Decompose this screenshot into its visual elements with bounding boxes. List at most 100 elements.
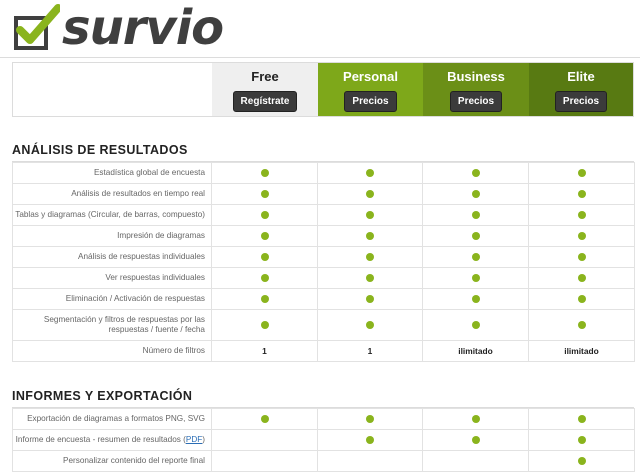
feature-cell	[422, 204, 529, 226]
included-dot-icon	[260, 253, 269, 262]
feature-cell	[528, 309, 635, 341]
section-title-reports: INFORMES Y EXPORTACIÓN	[12, 389, 193, 403]
feature-value: ilimitado	[564, 346, 599, 356]
feature-cell	[211, 183, 318, 205]
table-row: Análisis de resultados en tiempo real	[12, 183, 635, 205]
feature-cell	[317, 408, 423, 430]
included-dot-icon	[577, 190, 586, 199]
section-title-analysis: ANÁLISIS DE RESULTADOS	[12, 143, 188, 157]
business-prices-button[interactable]: Precios	[449, 91, 503, 112]
elite-prices-button[interactable]: Precios	[554, 91, 608, 112]
included-dot-icon	[471, 415, 480, 424]
included-dot-icon	[471, 169, 480, 178]
table-row: Personalizar contenido del reporte final	[12, 450, 635, 472]
included-dot-icon	[260, 415, 269, 424]
feature-cell: ilimitado	[422, 340, 529, 362]
included-dot-icon	[577, 253, 586, 262]
personal-prices-button[interactable]: Precios	[344, 91, 397, 112]
feature-cell	[317, 450, 423, 472]
table-row: Estadística global de encuesta	[12, 162, 635, 184]
feature-label-text: Personalizar contenido del reporte final	[62, 456, 205, 465]
feature-cell	[422, 246, 529, 268]
feature-cell	[211, 204, 318, 226]
plan-business-name: Business	[447, 69, 505, 84]
feature-cell	[528, 246, 635, 268]
feature-cell	[422, 408, 529, 430]
table-row: Análisis de respuestas individuales	[12, 246, 635, 268]
feature-label: Segmentación y filtros de respuestas por…	[12, 309, 212, 341]
included-dot-icon	[366, 253, 374, 262]
brand-name: survio	[62, 0, 224, 56]
feature-label-text: Informe de encuesta - resumen de resulta…	[15, 435, 181, 444]
feature-cell	[528, 225, 635, 247]
feature-label-text: Impresión de diagramas	[117, 231, 205, 240]
included-dot-icon	[471, 232, 480, 241]
included-dot-icon	[366, 190, 374, 199]
included-dot-icon	[366, 436, 374, 445]
feature-cell	[211, 450, 318, 472]
feature-label: Exportación de diagramas a formatos PNG,…	[12, 408, 212, 430]
table-row: Ver respuestas individuales	[12, 267, 635, 289]
feature-label-text: Exportación de diagramas a formatos PNG,…	[27, 414, 205, 423]
included-dot-icon	[577, 211, 586, 220]
feature-cell	[317, 267, 423, 289]
feature-cell	[317, 225, 423, 247]
included-dot-icon	[260, 232, 269, 241]
feature-cell	[528, 408, 635, 430]
feature-cell	[211, 309, 318, 341]
register-button[interactable]: Regístrate	[232, 91, 298, 112]
plan-elite-name: Elite	[567, 69, 595, 84]
included-dot-icon	[577, 274, 586, 283]
included-dot-icon	[577, 415, 586, 424]
feature-cell	[317, 429, 423, 451]
included-dot-icon	[260, 321, 269, 330]
feature-label-text: Eliminación / Activación de respuestas	[65, 294, 205, 303]
feature-cell	[422, 225, 529, 247]
analysis-feature-table: Estadística global de encuesta Análisis d…	[12, 162, 635, 362]
feature-label-text: Tablas y diagramas (Circular, de barras,…	[15, 210, 205, 219]
feature-cell	[211, 429, 318, 451]
included-dot-icon	[471, 274, 480, 283]
included-dot-icon	[366, 211, 374, 220]
feature-cell	[317, 183, 423, 205]
included-dot-icon	[471, 253, 480, 262]
feature-cell	[528, 267, 635, 289]
feature-cell	[211, 162, 318, 184]
feature-label-text: Estadística global de encuesta	[93, 168, 205, 177]
feature-label: Tablas y diagramas (Circular, de barras,…	[12, 204, 212, 226]
feature-cell	[211, 225, 318, 247]
included-dot-icon	[471, 211, 480, 220]
feature-cell	[422, 267, 529, 289]
feature-cell: 1	[211, 340, 318, 362]
feature-cell	[422, 288, 529, 310]
included-dot-icon	[577, 436, 586, 445]
plan-free-name: Free	[251, 69, 279, 84]
survio-logo[interactable]: survio	[14, 0, 224, 56]
feature-cell	[528, 288, 635, 310]
plan-free: Free Regístrate	[212, 63, 318, 116]
included-dot-icon	[366, 169, 374, 178]
included-dot-icon	[471, 321, 480, 330]
feature-cell: ilimitado	[528, 340, 635, 362]
feature-label: Impresión de diagramas	[12, 225, 212, 247]
included-dot-icon	[577, 169, 586, 178]
feature-label: Informe de encuesta - resumen de resulta…	[12, 429, 212, 451]
table-row: Número de filtros 1 1 ilimitado ilimitado	[12, 340, 635, 362]
feature-cell	[528, 429, 635, 451]
feature-cell	[422, 429, 529, 451]
table-row: Informe de encuesta - resumen de resulta…	[12, 429, 635, 451]
feature-cell	[211, 408, 318, 430]
included-dot-icon	[366, 321, 374, 330]
included-dot-icon	[577, 295, 586, 304]
plan-personal-name: Personal	[343, 69, 398, 84]
included-dot-icon	[577, 232, 586, 241]
feature-cell	[528, 162, 635, 184]
feature-cell	[211, 288, 318, 310]
included-dot-icon	[366, 232, 374, 241]
pdf-link[interactable]: PDF	[186, 435, 202, 444]
included-dot-icon	[577, 321, 586, 330]
included-dot-icon	[366, 295, 374, 304]
feature-cell	[528, 450, 635, 472]
feature-value: 1	[367, 346, 373, 356]
feature-cell: 1	[317, 340, 423, 362]
